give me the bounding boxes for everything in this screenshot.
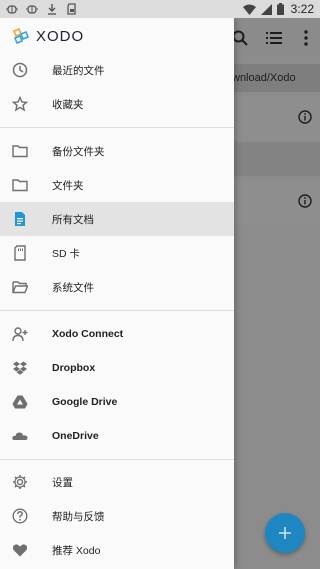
drawer-item-label: 收藏夹 (52, 98, 84, 111)
drawer-item-label: Xodo Connect (52, 328, 124, 340)
drawer-item-settings[interactable]: 设置 (0, 465, 234, 499)
folder-outline-icon (12, 145, 28, 158)
drawer-item-folders[interactable]: 文件夹 (0, 168, 234, 202)
clock-icon (12, 62, 28, 78)
navigation-drawer: XODO 最近的文件 收藏夹 备份文件夹 文件夹 所有文档 SD 卡 系统文件 … (0, 18, 234, 569)
xodo-logo-icon (12, 27, 30, 45)
plus-icon (279, 527, 291, 539)
folder-outline-icon (12, 179, 28, 192)
drawer-item-google-drive[interactable]: Google Drive (0, 385, 234, 419)
xodo-logo: XODO (12, 24, 84, 48)
drawer-item-backup-folder[interactable]: 备份文件夹 (0, 134, 234, 168)
drawer-item-label: Dropbox (52, 362, 96, 374)
drawer-item-label: 所有文档 (52, 213, 94, 226)
download-icon (48, 4, 56, 15)
sd-card-icon (14, 245, 26, 261)
drawer-item-label: 文件夹 (52, 179, 84, 192)
drawer-item-all-documents[interactable]: 所有文档 (0, 202, 234, 236)
drawer-item-label: 备份文件夹 (52, 145, 105, 158)
drawer-item-xodo-connect[interactable]: Xodo Connect (0, 317, 234, 351)
document-icon (15, 212, 25, 226)
drawer-item-label: 帮助与反馈 (52, 510, 105, 523)
drawer-item-help-feedback[interactable]: 帮助与反馈 (0, 499, 234, 533)
drawer-item-label: 设置 (52, 476, 73, 489)
drawer-item-label: Google Drive (52, 396, 118, 408)
signal-icon (260, 3, 272, 15)
drawer-item-dropbox[interactable]: Dropbox (0, 351, 234, 385)
divider (0, 459, 234, 460)
star-icon (12, 96, 28, 112)
brand-name: XODO (36, 27, 85, 45)
drawer-item-label: 最近的文件 (52, 64, 105, 77)
divider (0, 310, 234, 311)
drawer-item-label: 系统文件 (52, 281, 94, 294)
drawer-item-onedrive[interactable]: OneDrive (0, 419, 234, 453)
folder-open-icon (12, 281, 28, 294)
drawer-item-system-files[interactable]: 系统文件 (0, 270, 234, 304)
wifi-icon (242, 4, 256, 15)
drawer-item-sd-card[interactable]: SD 卡 (0, 236, 234, 270)
divider (0, 127, 234, 128)
bug-icon (26, 5, 38, 14)
drawer-item-recommend-xodo[interactable]: 推荐 Xodo (0, 533, 234, 567)
drawer-item-label: OneDrive (52, 430, 99, 442)
status-bar: 3:22 (0, 0, 320, 18)
status-time: 3:22 (288, 1, 316, 17)
sd-card-icon (67, 3, 76, 15)
gear-icon (13, 475, 27, 489)
battery-icon (276, 3, 284, 15)
drawer-item-label: SD 卡 (52, 247, 81, 260)
help-icon (12, 508, 28, 524)
dropbox-icon (13, 361, 27, 375)
google-drive-icon (12, 395, 28, 409)
heart-icon (12, 544, 28, 557)
bug-icon (6, 5, 18, 14)
drawer-item-recent[interactable]: 最近的文件 (0, 53, 234, 87)
add-person-icon (12, 327, 28, 342)
drawer-item-label: 推荐 Xodo (52, 544, 101, 557)
add-fab-button[interactable] (265, 513, 305, 553)
onedrive-icon (12, 432, 28, 440)
drawer-item-favorites[interactable]: 收藏夹 (0, 87, 234, 121)
